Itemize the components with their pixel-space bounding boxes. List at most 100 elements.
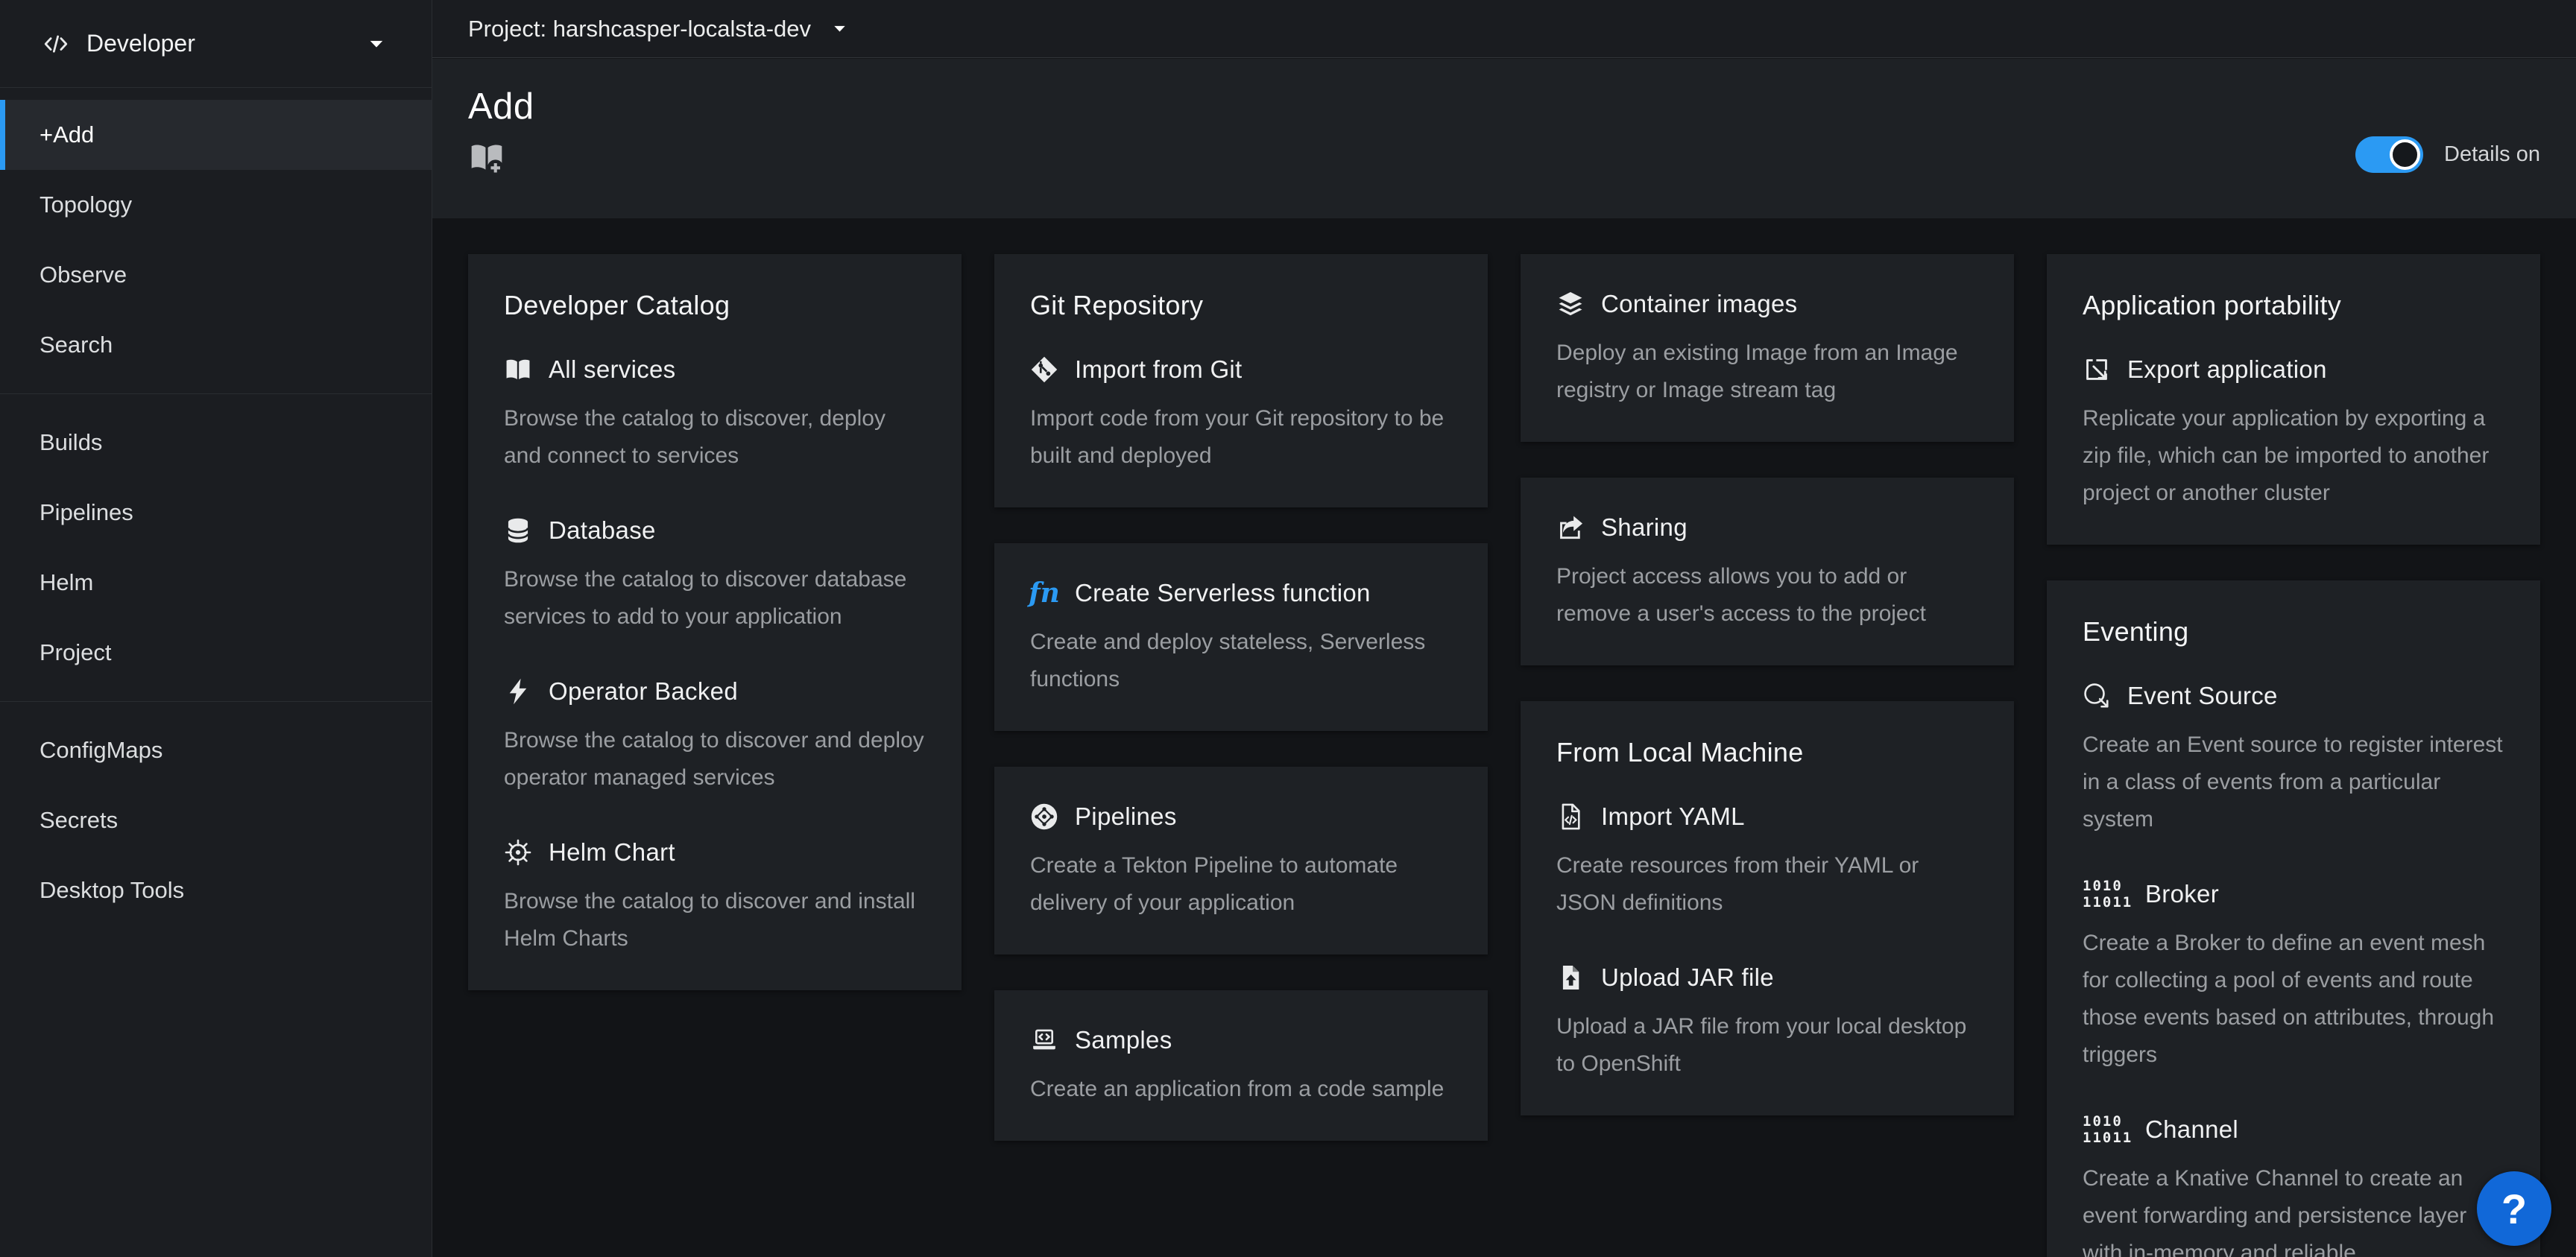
bolt-icon [504, 677, 532, 706]
nav-group-divider [0, 701, 432, 702]
git-icon [1030, 355, 1058, 384]
item-header: Export application [2083, 355, 2504, 384]
add-action-database[interactable]: Database Browse the catalog to discover d… [504, 516, 926, 636]
add-action-broker[interactable]: 101011011Broker Create a Broker to define… [2083, 880, 2504, 1074]
masthead: Project: harshcasper-localsta-dev [432, 0, 2576, 58]
item-header: 101011011Broker [2083, 880, 2504, 908]
item-description: Replicate your application by exporting … [2083, 400, 2504, 512]
add-action-channel[interactable]: 101011011 Channel Create a Knative Channel… [2083, 1115, 2504, 1257]
channel-icon: 101011011 [2083, 1115, 2129, 1144]
item-label[interactable]: Container images [1601, 290, 1797, 318]
item-description: Create an Event source to register inter… [2083, 726, 2504, 838]
file-code-icon [1556, 802, 1585, 831]
sidebar-item-search[interactable]: Search [0, 310, 432, 380]
sidebar-item-project[interactable]: Project [0, 618, 432, 688]
add-action-operator-backed[interactable]: Operator BackedBrowse the catalog to dis… [504, 677, 926, 797]
item-label[interactable]: Import from Git [1075, 355, 1243, 384]
item-label[interactable]: Database [549, 516, 656, 545]
sidebar-item-topology[interactable]: Topology [0, 170, 432, 240]
sidebar-item-helm[interactable]: Helm [0, 548, 432, 618]
pipelines-icon [1030, 802, 1058, 831]
layers-icon [1556, 290, 1585, 318]
question-mark-icon: ? [2501, 1185, 2527, 1233]
add-action-upload-jar-file[interactable]: Upload JAR file Upload a JAR file from yo… [1556, 963, 1978, 1083]
card-column-1: Developer CatalogAll servicesBrowse the … [468, 254, 962, 990]
sidebar-item-configmaps[interactable]: ConfigMaps [0, 715, 432, 785]
item-description: Browse the catalog to discover database … [504, 561, 926, 636]
item-label[interactable]: Samples [1075, 1026, 1172, 1054]
card-developer-catalog: Developer CatalogAll servicesBrowse the … [468, 254, 962, 990]
item-header: Database [504, 516, 926, 545]
details-switch[interactable] [2355, 136, 2423, 173]
nav-group: ConfigMapsSecretsDesktop Tools [0, 715, 432, 925]
item-header: Container images [1556, 290, 1978, 318]
item-label[interactable]: Helm Chart [549, 838, 675, 867]
add-action-container-images[interactable]: Container imagesDeploy an existing Image… [1556, 290, 1978, 409]
item-label[interactable]: Sharing [1601, 513, 1688, 542]
database-icon [504, 516, 532, 545]
item-description: Upload a JAR file from your local deskto… [1556, 1008, 1978, 1083]
sidebar-item-observe[interactable]: Observe [0, 240, 432, 310]
item-label[interactable]: Create Serverless function [1075, 579, 1371, 607]
sidebar: Developer +AddTopologyObserveSearch Build… [0, 0, 432, 1257]
card-container-images: Container imagesDeploy an existing Image… [1521, 254, 2014, 442]
item-label[interactable]: Event Source [2127, 682, 2278, 710]
item-label[interactable]: Pipelines [1075, 802, 1177, 831]
project-selector-label: Project: harshcasper-localsta-dev [468, 16, 811, 42]
add-action-create-serverless-function[interactable]: fnCreate Serverless functionCreate and d… [1030, 579, 1452, 698]
item-label[interactable]: Broker [2145, 880, 2219, 908]
details-toggle-label: Details on [2444, 142, 2540, 167]
helm-icon [504, 838, 532, 867]
item-description: Create a Knative Channel to create an ev… [2083, 1160, 2504, 1257]
card-column-2: Git RepositoryImport from GitImport code… [994, 254, 1488, 1141]
item-description: Create resources from their YAML or JSON… [1556, 847, 1978, 922]
item-label[interactable]: All services [549, 355, 675, 384]
item-label[interactable]: Export application [2127, 355, 2327, 384]
add-action-all-services[interactable]: All servicesBrowse the catalog to discov… [504, 355, 926, 475]
card-title: Eventing [2083, 616, 2504, 648]
switch-knob [2390, 139, 2420, 170]
item-label[interactable]: Channel [2145, 1115, 2238, 1144]
item-header: Operator Backed [504, 677, 926, 706]
add-action-event-source[interactable]: Event Source Create an Event source to re… [2083, 682, 2504, 838]
item-header: Import YAML [1556, 802, 1978, 831]
file-upload-icon [1556, 963, 1585, 992]
sidebar-item-pipelines[interactable]: Pipelines [0, 478, 432, 548]
item-header: Samples [1030, 1026, 1452, 1054]
add-action-sharing[interactable]: Sharing Project access allows you to add … [1556, 513, 1978, 633]
card-title: Developer Catalog [504, 290, 926, 321]
sidebar-item-desktop-tools[interactable]: Desktop Tools [0, 855, 432, 925]
sidebar-item-secrets[interactable]: Secrets [0, 785, 432, 855]
item-header: Upload JAR file [1556, 963, 1978, 992]
card-application-portability: Application portabilityExport applicatio… [2047, 254, 2540, 545]
help-button[interactable]: ? [2477, 1171, 2551, 1246]
getting-started-book-plus-icon[interactable] [468, 139, 505, 177]
project-selector[interactable]: Project: harshcasper-localsta-dev [468, 16, 847, 42]
item-label[interactable]: Operator Backed [549, 677, 738, 706]
item-label[interactable]: Upload JAR file [1601, 963, 1774, 992]
add-action-export-application[interactable]: Export application Replicate your applica… [2083, 355, 2504, 512]
card-from-local-machine: From Local MachineImport YAMLCreate reso… [1521, 701, 2014, 1115]
sidebar-item-builds[interactable]: Builds [0, 408, 432, 478]
item-header: All services [504, 355, 926, 384]
add-action-helm-chart[interactable]: Helm Chart Browse the catalog to discover… [504, 838, 926, 957]
card-samples: SamplesCreate an application from a code… [994, 990, 1488, 1141]
add-page-content: Developer CatalogAll servicesBrowse the … [432, 218, 2576, 1257]
sidebar-item-add[interactable]: +Add [0, 100, 432, 170]
cards-grid: Developer CatalogAll servicesBrowse the … [432, 218, 2576, 1257]
details-toggle: Details on [2355, 136, 2540, 173]
item-label[interactable]: Import YAML [1601, 802, 1745, 831]
perspective-switcher[interactable]: Developer [0, 0, 432, 88]
card-create-serverless-function: fnCreate Serverless functionCreate and d… [994, 543, 1488, 731]
item-description: Create a Tekton Pipeline to automate del… [1030, 847, 1452, 922]
item-description: Browse the catalog to discover and insta… [504, 883, 926, 957]
add-action-import-yaml[interactable]: Import YAML Create resources from their Y… [1556, 802, 1978, 922]
nav-group-divider [0, 393, 432, 394]
add-action-pipelines[interactable]: Pipelines Create a Tekton Pipeline to aut… [1030, 802, 1452, 922]
item-description: Project access allows you to add or remo… [1556, 558, 1978, 633]
perspective-label: Developer [86, 30, 195, 57]
add-action-import-from-git[interactable]: Import from GitImport code from your Git… [1030, 355, 1452, 475]
share-icon [1556, 513, 1585, 542]
item-description: Create a Broker to define an event mesh … [2083, 925, 2504, 1074]
add-action-samples[interactable]: SamplesCreate an application from a code… [1030, 1026, 1452, 1108]
